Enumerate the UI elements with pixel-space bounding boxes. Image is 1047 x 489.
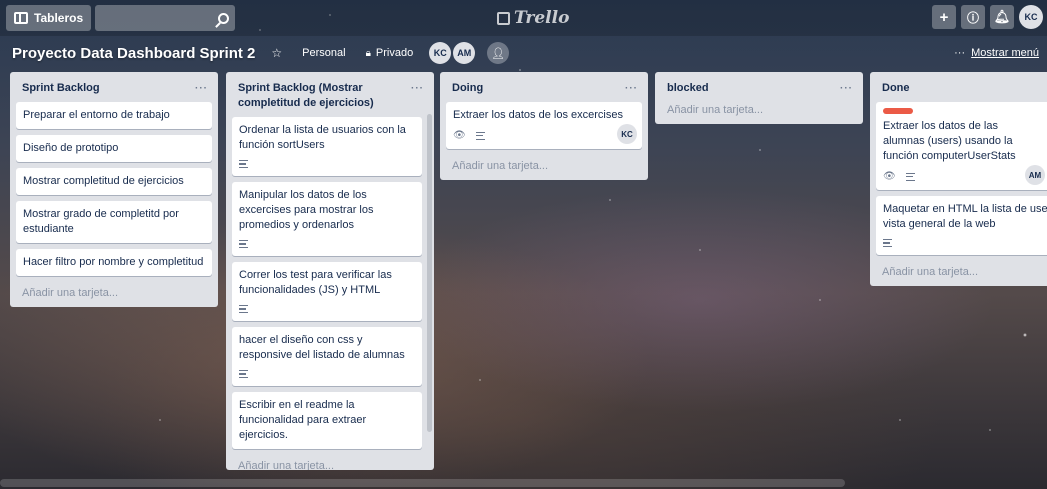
boards-icon bbox=[14, 12, 28, 24]
trello-logo[interactable]: Trello bbox=[497, 8, 569, 28]
member-avatar[interactable]: AM bbox=[453, 42, 476, 64]
add-card-button[interactable]: Añadir una tarjeta... bbox=[16, 282, 212, 301]
list-sprint-backlog: Sprint Backlog ··· Preparar el entorno d… bbox=[10, 72, 218, 307]
list-title[interactable]: Done bbox=[882, 81, 910, 96]
info-icon[interactable]: ⓘ bbox=[961, 5, 985, 29]
card[interactable]: Diseño de prototipo bbox=[16, 135, 212, 162]
card[interactable]: Hacer filtro por nombre y completitud bbox=[16, 249, 212, 276]
description-icon bbox=[883, 239, 892, 247]
description-icon bbox=[239, 305, 248, 313]
card[interactable]: Preparar el entorno de trabajo bbox=[16, 102, 212, 129]
list-doing: Doing ··· Extraer los datos de los excer… bbox=[440, 72, 648, 180]
description-icon bbox=[475, 131, 485, 140]
board-members: KC AM bbox=[429, 42, 476, 64]
list-title[interactable]: Sprint Backlog bbox=[22, 81, 100, 96]
list-title[interactable]: Sprint Backlog (Mostrar completitud de e… bbox=[238, 81, 411, 111]
plus-icon[interactable]: + bbox=[932, 5, 956, 29]
search-input[interactable] bbox=[95, 5, 236, 31]
list-menu-icon[interactable]: ··· bbox=[625, 81, 638, 96]
board-horizontal-scrollbar[interactable] bbox=[0, 479, 845, 487]
invite-member-icon[interactable]: 👤︎ bbox=[487, 42, 510, 64]
list-title[interactable]: Doing bbox=[452, 81, 483, 96]
team-visibility-button[interactable]: Personal bbox=[298, 44, 349, 62]
watch-icon: 👁︎ bbox=[453, 130, 466, 141]
card[interactable]: Ordenar la lista de usuarios con la func… bbox=[232, 117, 422, 176]
list-sprint-backlog-completitud: Sprint Backlog (Mostrar completitud de e… bbox=[226, 72, 434, 470]
member-avatar[interactable]: KC bbox=[429, 42, 452, 64]
card[interactable]: Mostrar completitud de ejercicios bbox=[16, 168, 212, 195]
add-card-button[interactable]: Añadir una tarjeta... bbox=[876, 261, 1047, 280]
list-title[interactable]: blocked bbox=[667, 81, 709, 96]
card[interactable]: hacer el diseño con css y responsive del… bbox=[232, 327, 422, 386]
watch-icon: 👁︎ bbox=[883, 171, 896, 182]
boards-button[interactable]: Tableros bbox=[6, 5, 92, 31]
top-bar: Tableros Trello + ⓘ 🔔︎ KC bbox=[0, 0, 1047, 36]
card-member-avatar[interactable]: KC bbox=[617, 124, 637, 144]
board-title[interactable]: Proyecto Data Dashboard Sprint 2 bbox=[12, 45, 255, 62]
card-label bbox=[883, 108, 913, 114]
card[interactable]: Extraer los datos de los excercises 👁︎ K… bbox=[446, 102, 642, 149]
star-button[interactable]: ☆ bbox=[267, 43, 286, 63]
lock-icon: 🔒︎ bbox=[365, 47, 371, 59]
card[interactable]: Manipular los datos de los excercises pa… bbox=[232, 182, 422, 256]
description-icon bbox=[905, 172, 915, 181]
card[interactable]: Escribir en el readme la funcionalidad p… bbox=[232, 392, 422, 449]
privacy-button[interactable]: 🔒︎ Privado bbox=[362, 44, 418, 62]
list-done: Done Extraer los datos de las alumnas (u… bbox=[870, 72, 1047, 286]
show-menu-button[interactable]: ··· Mostrar menú bbox=[954, 47, 1039, 59]
description-icon bbox=[239, 370, 248, 378]
more-icon: ··· bbox=[954, 47, 966, 59]
list-scrollbar[interactable] bbox=[427, 114, 432, 434]
description-icon bbox=[239, 160, 248, 168]
list-blocked: blocked ··· Añadir una tarjeta... bbox=[655, 72, 863, 124]
description-icon bbox=[239, 240, 248, 248]
add-card-button[interactable]: Añadir una tarjeta... bbox=[661, 102, 857, 118]
list-menu-icon[interactable]: ··· bbox=[195, 81, 208, 96]
bell-icon[interactable]: 🔔︎ bbox=[990, 5, 1014, 29]
add-card-button[interactable]: Añadir una tarjeta... bbox=[446, 155, 642, 174]
boards-label: Tableros bbox=[34, 11, 84, 25]
user-avatar[interactable]: KC bbox=[1019, 5, 1043, 29]
card[interactable]: Correr los test para verificar las funci… bbox=[232, 262, 422, 321]
trello-logo-icon bbox=[497, 11, 510, 25]
add-card-button[interactable]: Añadir una tarjeta... bbox=[232, 455, 428, 470]
list-menu-icon[interactable]: ··· bbox=[411, 81, 424, 96]
card[interactable]: Maquetar en HTML la lista de users una v… bbox=[876, 196, 1047, 255]
card[interactable]: Extraer los datos de las alumnas (users)… bbox=[876, 102, 1047, 190]
card[interactable]: Mostrar grado de completitd por estudian… bbox=[16, 201, 212, 243]
card-member-avatar[interactable]: AM bbox=[1025, 165, 1045, 185]
board-header: Proyecto Data Dashboard Sprint 2 ☆ Perso… bbox=[12, 40, 1039, 66]
list-menu-icon[interactable]: ··· bbox=[840, 81, 853, 96]
star-icon: ☆ bbox=[271, 46, 283, 60]
search-icon bbox=[218, 12, 230, 24]
